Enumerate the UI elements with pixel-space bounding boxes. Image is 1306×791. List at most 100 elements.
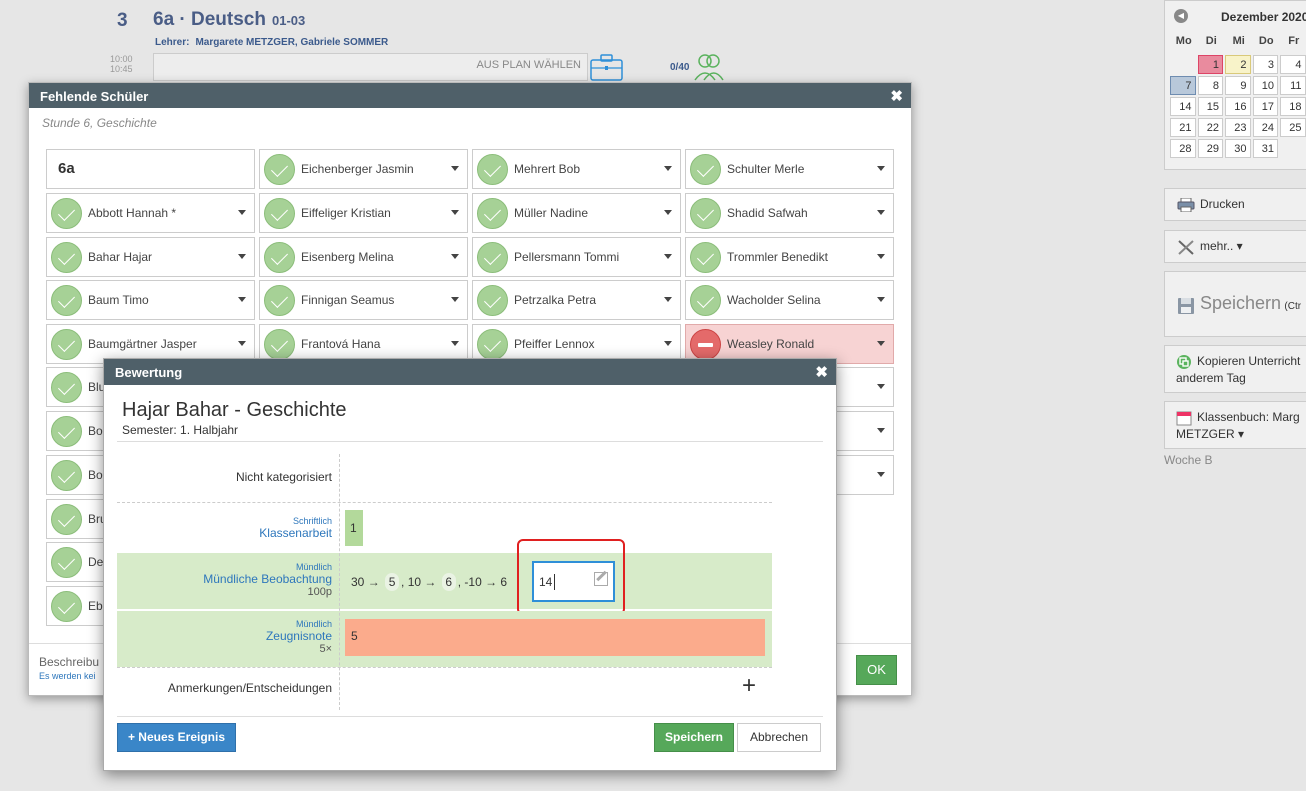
student-cell[interactable]: Mehrert Bob [472, 149, 681, 189]
present-check-icon[interactable] [477, 329, 508, 360]
chevron-down-icon[interactable] [451, 341, 459, 346]
calendar-day[interactable]: 2 [1225, 55, 1251, 74]
present-check-icon[interactable] [264, 329, 295, 360]
present-check-icon[interactable] [51, 242, 82, 273]
grade-value[interactable]: 6 [500, 575, 507, 589]
student-cell[interactable]: Finnigan Seamus [259, 280, 468, 320]
calendar-day[interactable]: 28 [1170, 139, 1196, 158]
calendar-day-selected[interactable]: 7 [1170, 76, 1196, 95]
student-cell[interactable]: Baum Timo [46, 280, 255, 320]
calendar-day[interactable]: 21 [1170, 118, 1196, 137]
calendar-day[interactable]: 11 [1280, 76, 1306, 95]
absent-minus-icon[interactable] [690, 329, 721, 360]
student-cell[interactable]: Bahar Hajar [46, 237, 255, 277]
student-cell[interactable]: Wacholder Selina [685, 280, 894, 320]
chevron-down-icon[interactable] [877, 210, 885, 215]
briefcase-icon[interactable] [590, 53, 624, 81]
present-check-icon[interactable] [264, 154, 295, 185]
written-exam-label[interactable]: Schriftlich Klassenarbeit [259, 516, 332, 540]
calendar-day[interactable]: 31 [1252, 139, 1278, 158]
student-cell[interactable]: Trommler Benedikt [685, 237, 894, 277]
lesson-title[interactable]: 6a · Deutsch 01-03 [153, 9, 305, 31]
calendar-day[interactable]: 23 [1225, 118, 1251, 137]
report-grade-bar[interactable]: 5 [345, 619, 765, 656]
chevron-down-icon[interactable] [451, 210, 459, 215]
student-cell[interactable]: Eisenberg Melina [259, 237, 468, 277]
students-icon[interactable] [694, 53, 724, 81]
save-button[interactable]: Speichern [654, 723, 734, 752]
calendar-day[interactable]: 1 [1197, 55, 1223, 74]
add-remark-plus-icon[interactable]: + [742, 672, 756, 700]
calendar-day[interactable]: 14 [1170, 97, 1196, 116]
calendar-day[interactable]: 18 [1280, 97, 1306, 116]
student-cell[interactable]: Abbott Hannah * [46, 193, 255, 233]
calendar-day[interactable]: 24 [1252, 118, 1278, 137]
close-icon[interactable]: ✖ [890, 87, 903, 105]
present-check-icon[interactable] [690, 198, 721, 229]
student-cell[interactable]: Schulter Merle [685, 149, 894, 189]
more-button[interactable]: mehr.. ▾ [1164, 230, 1306, 263]
plan-select-field[interactable]: AUS PLAN WÄHLEN [153, 53, 588, 81]
present-check-icon[interactable] [477, 198, 508, 229]
chevron-down-icon[interactable] [877, 472, 885, 477]
calendar-day[interactable]: 17 [1252, 97, 1278, 116]
prev-month-icon[interactable]: ◀ [1174, 9, 1188, 23]
written-grade-chip[interactable]: 1 [345, 510, 363, 546]
present-check-icon[interactable] [264, 242, 295, 273]
ok-button[interactable]: OK [856, 655, 897, 685]
present-check-icon[interactable] [264, 285, 295, 316]
grade-value[interactable]: 6 [441, 573, 456, 591]
calendar-day[interactable]: 16 [1225, 97, 1251, 116]
student-cell[interactable]: Eiffeliger Kristian [259, 193, 468, 233]
print-button[interactable]: Drucken [1164, 188, 1306, 221]
save-sidebar-button[interactable]: Speichern (Ctr [1164, 271, 1306, 337]
present-check-icon[interactable] [51, 504, 82, 535]
calendar-day[interactable]: 10 [1252, 76, 1278, 95]
chevron-down-icon[interactable] [877, 166, 885, 171]
chevron-down-icon[interactable] [877, 254, 885, 259]
chevron-down-icon[interactable] [877, 297, 885, 302]
grade-value[interactable]: 5 [385, 573, 400, 591]
student-cell[interactable]: Müller Nadine [472, 193, 681, 233]
chevron-down-icon[interactable] [238, 254, 246, 259]
chevron-down-icon[interactable] [238, 210, 246, 215]
student-cell[interactable]: Shadid Safwah [685, 193, 894, 233]
present-check-icon[interactable] [477, 285, 508, 316]
chevron-down-icon[interactable] [664, 297, 672, 302]
present-check-icon[interactable] [477, 242, 508, 273]
calendar-day[interactable]: 8 [1197, 76, 1223, 95]
calendar-day[interactable]: 29 [1197, 139, 1223, 158]
chevron-down-icon[interactable] [664, 341, 672, 346]
calendar-day[interactable]: 9 [1225, 76, 1251, 95]
chevron-down-icon[interactable] [664, 254, 672, 259]
present-check-icon[interactable] [690, 242, 721, 273]
present-check-icon[interactable] [264, 198, 295, 229]
chevron-down-icon[interactable] [238, 341, 246, 346]
cancel-button[interactable]: Abbrechen [737, 723, 821, 752]
student-cell[interactable]: Pellersmann Tommi [472, 237, 681, 277]
present-check-icon[interactable] [690, 154, 721, 185]
chevron-down-icon[interactable] [451, 254, 459, 259]
oral-observation-label[interactable]: Mündlich Mündliche Beobachtung 100p [203, 562, 332, 598]
present-check-icon[interactable] [51, 591, 82, 622]
chevron-down-icon[interactable] [877, 341, 885, 346]
report-grade-label[interactable]: Mündlich Zeugnisnote 5× [266, 619, 332, 655]
chevron-down-icon[interactable] [877, 384, 885, 389]
present-check-icon[interactable] [51, 372, 82, 403]
chevron-down-icon[interactable] [238, 297, 246, 302]
classbook-button[interactable]: Klassenbuch: Marg METZGER ▾ [1164, 401, 1306, 449]
chevron-down-icon[interactable] [664, 210, 672, 215]
calendar-day[interactable]: 25 [1280, 118, 1306, 137]
present-check-icon[interactable] [51, 547, 82, 578]
present-check-icon[interactable] [51, 416, 82, 447]
present-check-icon[interactable] [51, 198, 82, 229]
calendar-day[interactable]: 3 [1252, 55, 1278, 74]
new-event-button[interactable]: + Neues Ereignis [117, 723, 236, 752]
calendar-day[interactable]: 4 [1280, 55, 1306, 74]
present-check-icon[interactable] [477, 154, 508, 185]
chevron-down-icon[interactable] [877, 428, 885, 433]
close-icon[interactable]: ✖ [815, 363, 828, 381]
copy-lesson-button[interactable]: Kopieren Unterricht anderem Tag [1164, 345, 1306, 393]
present-check-icon[interactable] [51, 329, 82, 360]
calendar-day[interactable]: 15 [1197, 97, 1223, 116]
